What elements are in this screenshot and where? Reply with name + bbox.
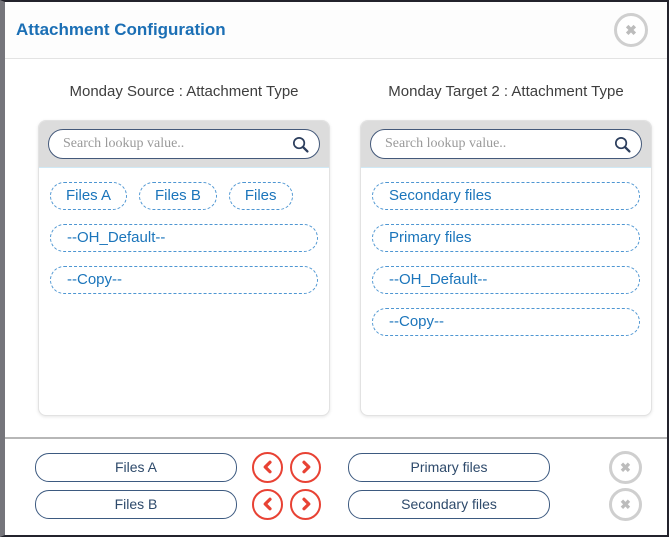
source-chip-list: Files A Files B Files --OH_Default-- --C… bbox=[39, 167, 329, 415]
dialog-title: Attachment Configuration bbox=[16, 20, 226, 40]
source-panel-heading: Monday Source : Attachment Type bbox=[38, 83, 330, 100]
target-chip-list: Secondary files Primary files --OH_Defau… bbox=[361, 167, 651, 415]
mapping-source-value[interactable]: Files A bbox=[35, 453, 237, 482]
attachment-configuration-dialog: Attachment Configuration ✖ Monday Source… bbox=[0, 0, 669, 537]
source-panel: Monday Source : Attachment Type Files A … bbox=[38, 77, 330, 437]
source-lookup-card: Files A Files B Files --OH_Default-- --C… bbox=[38, 120, 330, 416]
chip-primary-files[interactable]: Primary files bbox=[372, 224, 640, 252]
chip-files[interactable]: Files bbox=[229, 182, 293, 210]
mapping-row: Files B Secondary files ✖ bbox=[5, 489, 667, 519]
chip-files-a[interactable]: Files A bbox=[50, 182, 127, 210]
source-search-strip bbox=[39, 121, 329, 167]
chip-copy-target[interactable]: --Copy-- bbox=[372, 308, 640, 336]
chevron-right-icon[interactable] bbox=[290, 452, 321, 483]
chip-secondary-files[interactable]: Secondary files bbox=[372, 182, 640, 210]
target-panel-heading: Monday Target 2 : Attachment Type bbox=[360, 83, 652, 100]
mapping-arrows bbox=[252, 489, 321, 520]
panels-container: Monday Source : Attachment Type Files A … bbox=[5, 59, 667, 437]
remove-mapping-icon[interactable]: ✖ bbox=[609, 451, 642, 484]
chip-copy-source[interactable]: --Copy-- bbox=[50, 266, 318, 294]
remove-mapping-icon[interactable]: ✖ bbox=[609, 488, 642, 521]
target-panel: Monday Target 2 : Attachment Type Second… bbox=[360, 77, 652, 437]
chevron-left-icon[interactable] bbox=[252, 452, 283, 483]
mapping-row: Files A Primary files ✖ bbox=[5, 452, 667, 482]
mapping-source-value[interactable]: Files B bbox=[35, 490, 237, 519]
target-search-input[interactable] bbox=[385, 136, 605, 152]
mapping-target-value[interactable]: Primary files bbox=[348, 453, 550, 482]
chevron-right-icon[interactable] bbox=[290, 489, 321, 520]
target-lookup-card: Secondary files Primary files --OH_Defau… bbox=[360, 120, 652, 416]
dialog-header: Attachment Configuration ✖ bbox=[5, 2, 667, 59]
chip-oh-default-target[interactable]: --OH_Default-- bbox=[372, 266, 640, 294]
close-icon[interactable]: ✖ bbox=[614, 13, 648, 47]
source-search-input[interactable] bbox=[63, 136, 283, 152]
chevron-left-icon[interactable] bbox=[252, 489, 283, 520]
chip-files-b[interactable]: Files B bbox=[139, 182, 217, 210]
target-search-box bbox=[370, 129, 642, 159]
search-icon bbox=[291, 135, 310, 154]
target-search-strip bbox=[361, 121, 651, 167]
chip-oh-default-source[interactable]: --OH_Default-- bbox=[50, 224, 318, 252]
mapping-target-value[interactable]: Secondary files bbox=[348, 490, 550, 519]
mapping-footer: Files A Primary files ✖ Files B bbox=[5, 437, 667, 535]
source-search-box bbox=[48, 129, 320, 159]
mapping-arrows bbox=[252, 452, 321, 483]
search-icon bbox=[613, 135, 632, 154]
